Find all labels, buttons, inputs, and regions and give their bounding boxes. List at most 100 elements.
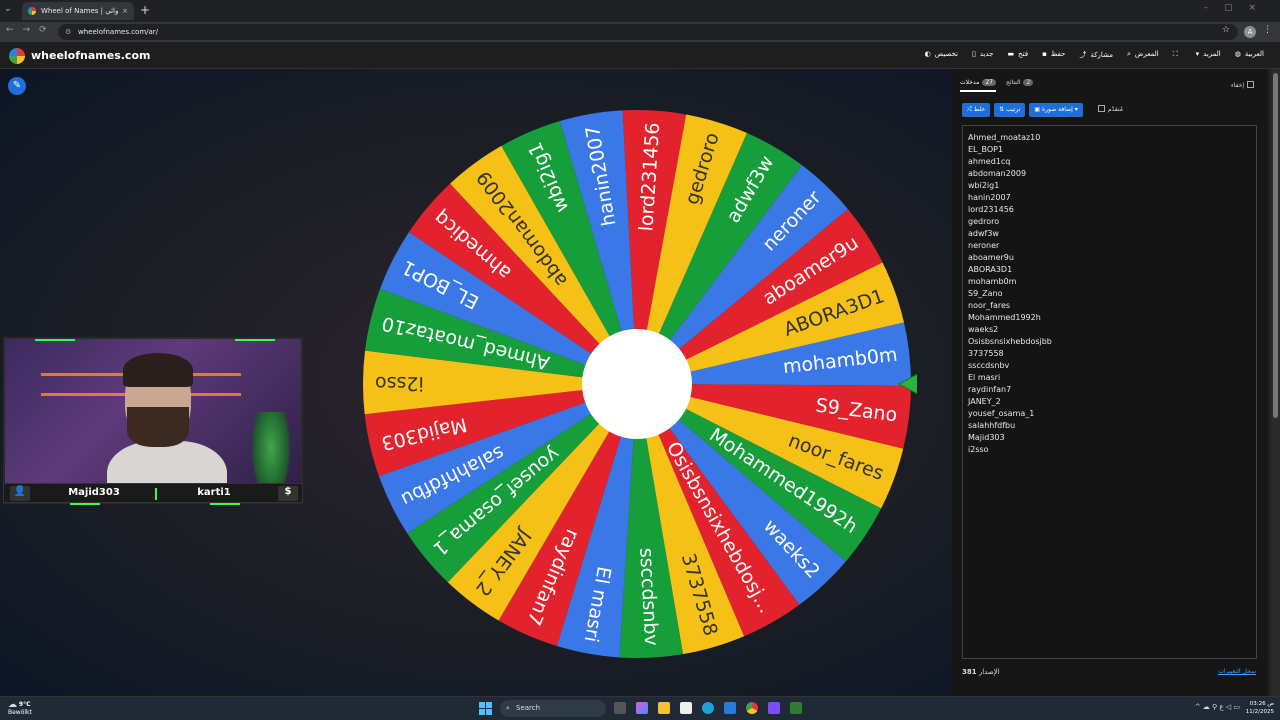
advanced-checkbox[interactable] bbox=[1098, 105, 1105, 112]
opponent-name: karti1 bbox=[197, 487, 231, 498]
edit-pencil-button[interactable]: ✎ bbox=[8, 77, 26, 95]
address-bar-row: ←→⟳ ⚙ wheelofnames.com/ar/ ☆ A ⋮ bbox=[0, 22, 1280, 42]
site-info-icon[interactable]: ⚙ bbox=[65, 24, 71, 40]
wheel-of-names[interactable]: mohamb0mS9_Zanonoor_faresMohammed1992hwa… bbox=[357, 104, 917, 664]
taskview-icon[interactable] bbox=[614, 702, 626, 714]
nav-item-search[interactable]: ⌕ المعرض bbox=[1127, 50, 1159, 60]
add-image-button[interactable]: ▣ إضافة صورة ▾ bbox=[1029, 103, 1083, 117]
clock[interactable]: ص 03:26 11/2/2025 bbox=[1246, 700, 1274, 716]
entry-line: i2sso bbox=[968, 445, 989, 454]
chrome-icon[interactable] bbox=[746, 702, 758, 714]
entries-panel: مدخلات 27 النتائج 2 إخفاء ⤮ خلط ⇅ ترتيب ▣ … bbox=[952, 69, 1268, 696]
entry-line: abdoman2009 bbox=[968, 169, 1027, 178]
url-text: wheelofnames.com/ar/ bbox=[78, 28, 159, 36]
entry-line: Ahmed_moataz10 bbox=[968, 133, 1041, 142]
shuffle-button[interactable]: ⤮ خلط bbox=[962, 103, 991, 117]
user-icon: 👤 bbox=[10, 486, 30, 501]
panel-toolbar: ⤮ خلط ⇅ ترتيب ▣ إضافة صورة ▾ bbox=[962, 103, 1083, 117]
nav-item-new-file[interactable]: ▯ جديد bbox=[972, 50, 993, 60]
weather-widget[interactable]: ☁ 9°C Bewölkt bbox=[8, 700, 32, 717]
wheel-label: i2sso bbox=[375, 372, 424, 394]
namebar-divider bbox=[155, 488, 157, 500]
bookmark-star-icon[interactable]: ☆ bbox=[1222, 25, 1230, 35]
new-tab-button[interactable]: + bbox=[140, 3, 150, 17]
entry-line: noor_fares bbox=[968, 301, 1011, 310]
entry-line: El masri bbox=[968, 373, 1001, 382]
system-tray[interactable]: ^ ☁ ⚲ ع ◁ ▭ bbox=[1195, 703, 1240, 711]
entry-line: lord231456 bbox=[968, 205, 1014, 214]
entries-textarea[interactable]: Ahmed_moataz10 EL_BOP1 ahmed1cq abdoman2009… bbox=[962, 125, 1257, 659]
entry-line: aboamer9u bbox=[968, 253, 1014, 262]
copilot-icon[interactable] bbox=[636, 702, 648, 714]
entry-line: yousef_osama_1 bbox=[968, 409, 1035, 418]
entry-line: 3737558 bbox=[968, 349, 1004, 358]
nav-item-fullscreen[interactable]: ⛶ bbox=[1173, 50, 1182, 60]
browser-menu-icon[interactable]: ⋮ bbox=[1263, 25, 1272, 35]
nav-item-chevron-down[interactable]: ▾ المزيد bbox=[1196, 50, 1221, 60]
tab-results[interactable]: النتائج 2 bbox=[1006, 79, 1034, 92]
search-icon: ⌕ bbox=[1126, 50, 1131, 58]
site-nav-menu: ◍ العربية ▾ المزيد ⛶ ⌕ المعرض ⤴ مشاركة ▪ حفظ ▬ فتح ▯ ج… bbox=[925, 50, 1264, 60]
entry-line: ABORA3D1 bbox=[968, 265, 1013, 274]
twitch-icon[interactable] bbox=[768, 702, 780, 714]
tab-close-icon[interactable]: × bbox=[122, 7, 128, 15]
site-name[interactable]: wheelofnames.com bbox=[31, 49, 150, 62]
streamer-name: Majid303 bbox=[68, 487, 120, 498]
windows-taskbar: ☁ 9°C Bewölkt ⌕ Search ^ ☁ ⚲ ع ◁ ▭ ص 03:2… bbox=[0, 696, 1280, 720]
entry-line: wbi2ig1 bbox=[968, 181, 1000, 190]
entry-line: JANEY_2 bbox=[968, 397, 1001, 406]
entry-line: neroner bbox=[968, 241, 1000, 250]
entry-line: hanin2007 bbox=[968, 193, 1011, 202]
entry-line: EL_BOP1 bbox=[968, 145, 1004, 154]
entry-line: Majid303 bbox=[968, 433, 1005, 442]
entry-line: S9_Zano bbox=[968, 289, 1003, 298]
tab-entries[interactable]: مدخلات 27 bbox=[960, 79, 996, 92]
entry-line: ssccdsnbv bbox=[968, 361, 1010, 370]
nav-item-folder[interactable]: ▬ فتح bbox=[1008, 50, 1029, 60]
version-info: 381 الإصدار bbox=[962, 668, 1000, 676]
tab-search-icon[interactable]: ⌄ bbox=[4, 4, 12, 14]
window-controls[interactable]: –▢× bbox=[1203, 3, 1272, 13]
entries-count-badge: 27 bbox=[982, 79, 996, 86]
entry-line: mohamb0m bbox=[968, 277, 1017, 286]
nav-item-save[interactable]: ▪ حفظ bbox=[1042, 50, 1065, 60]
panel-tabs: مدخلات 27 النتائج 2 bbox=[960, 79, 1034, 92]
webcam-overlay bbox=[3, 337, 303, 504]
sort-button[interactable]: ⇅ ترتيب bbox=[994, 103, 1026, 117]
dollar-icon: $ bbox=[278, 486, 298, 501]
browser-tab[interactable]: Wheel of Names | سم العشوائي × bbox=[22, 2, 134, 20]
entry-line: ahmed1cq bbox=[968, 157, 1011, 166]
file-explorer-icon[interactable] bbox=[658, 702, 670, 714]
page-scrollbar[interactable] bbox=[1271, 69, 1280, 696]
streamer-image bbox=[107, 353, 227, 502]
hide-checkbox[interactable] bbox=[1247, 81, 1254, 88]
entry-line: raydinfan7 bbox=[968, 385, 1012, 394]
profile-avatar[interactable]: A bbox=[1244, 26, 1256, 38]
nav-item-share[interactable]: ⤴ مشاركة bbox=[1079, 50, 1113, 60]
edge-icon[interactable] bbox=[702, 702, 714, 714]
tab-title: Wheel of Names | سم العشوائي bbox=[41, 7, 119, 15]
nav-buttons[interactable]: ←→⟳ bbox=[6, 25, 56, 35]
taskbar-search[interactable]: ⌕ Search bbox=[500, 700, 606, 717]
share-icon: ⤴ bbox=[1079, 51, 1087, 59]
store-icon[interactable] bbox=[680, 702, 692, 714]
results-count-badge: 2 bbox=[1023, 79, 1034, 86]
chevron-down-icon: ▾ bbox=[1195, 50, 1200, 58]
entry-line: gedroro bbox=[968, 217, 1000, 226]
app-icon[interactable] bbox=[790, 702, 802, 714]
fullscreen-icon: ⛶ bbox=[1172, 50, 1178, 58]
url-field[interactable]: ⚙ wheelofnames.com/ar/ bbox=[58, 24, 1238, 40]
nav-item-globe[interactable]: ◍ العربية bbox=[1235, 50, 1264, 60]
wheel-center-button[interactable] bbox=[582, 329, 692, 439]
site-logo-icon[interactable] bbox=[9, 48, 25, 64]
hide-toggle[interactable]: إخفاء bbox=[1231, 81, 1254, 89]
entry-line: salahhfdfbu bbox=[968, 421, 1016, 430]
advanced-toggle[interactable]: مُتقدّم bbox=[1098, 105, 1123, 113]
changelog-link[interactable]: سجل التغييرات bbox=[1218, 668, 1256, 675]
mail-icon[interactable] bbox=[724, 702, 736, 714]
cloud-icon: ☁ bbox=[8, 700, 17, 710]
nav-item-palette[interactable]: ◐ تخصيص bbox=[925, 50, 958, 60]
windows-start-icon[interactable] bbox=[479, 702, 492, 715]
globe-icon: ◍ bbox=[1234, 50, 1241, 58]
entry-line: Mohammed1992h bbox=[968, 313, 1041, 322]
